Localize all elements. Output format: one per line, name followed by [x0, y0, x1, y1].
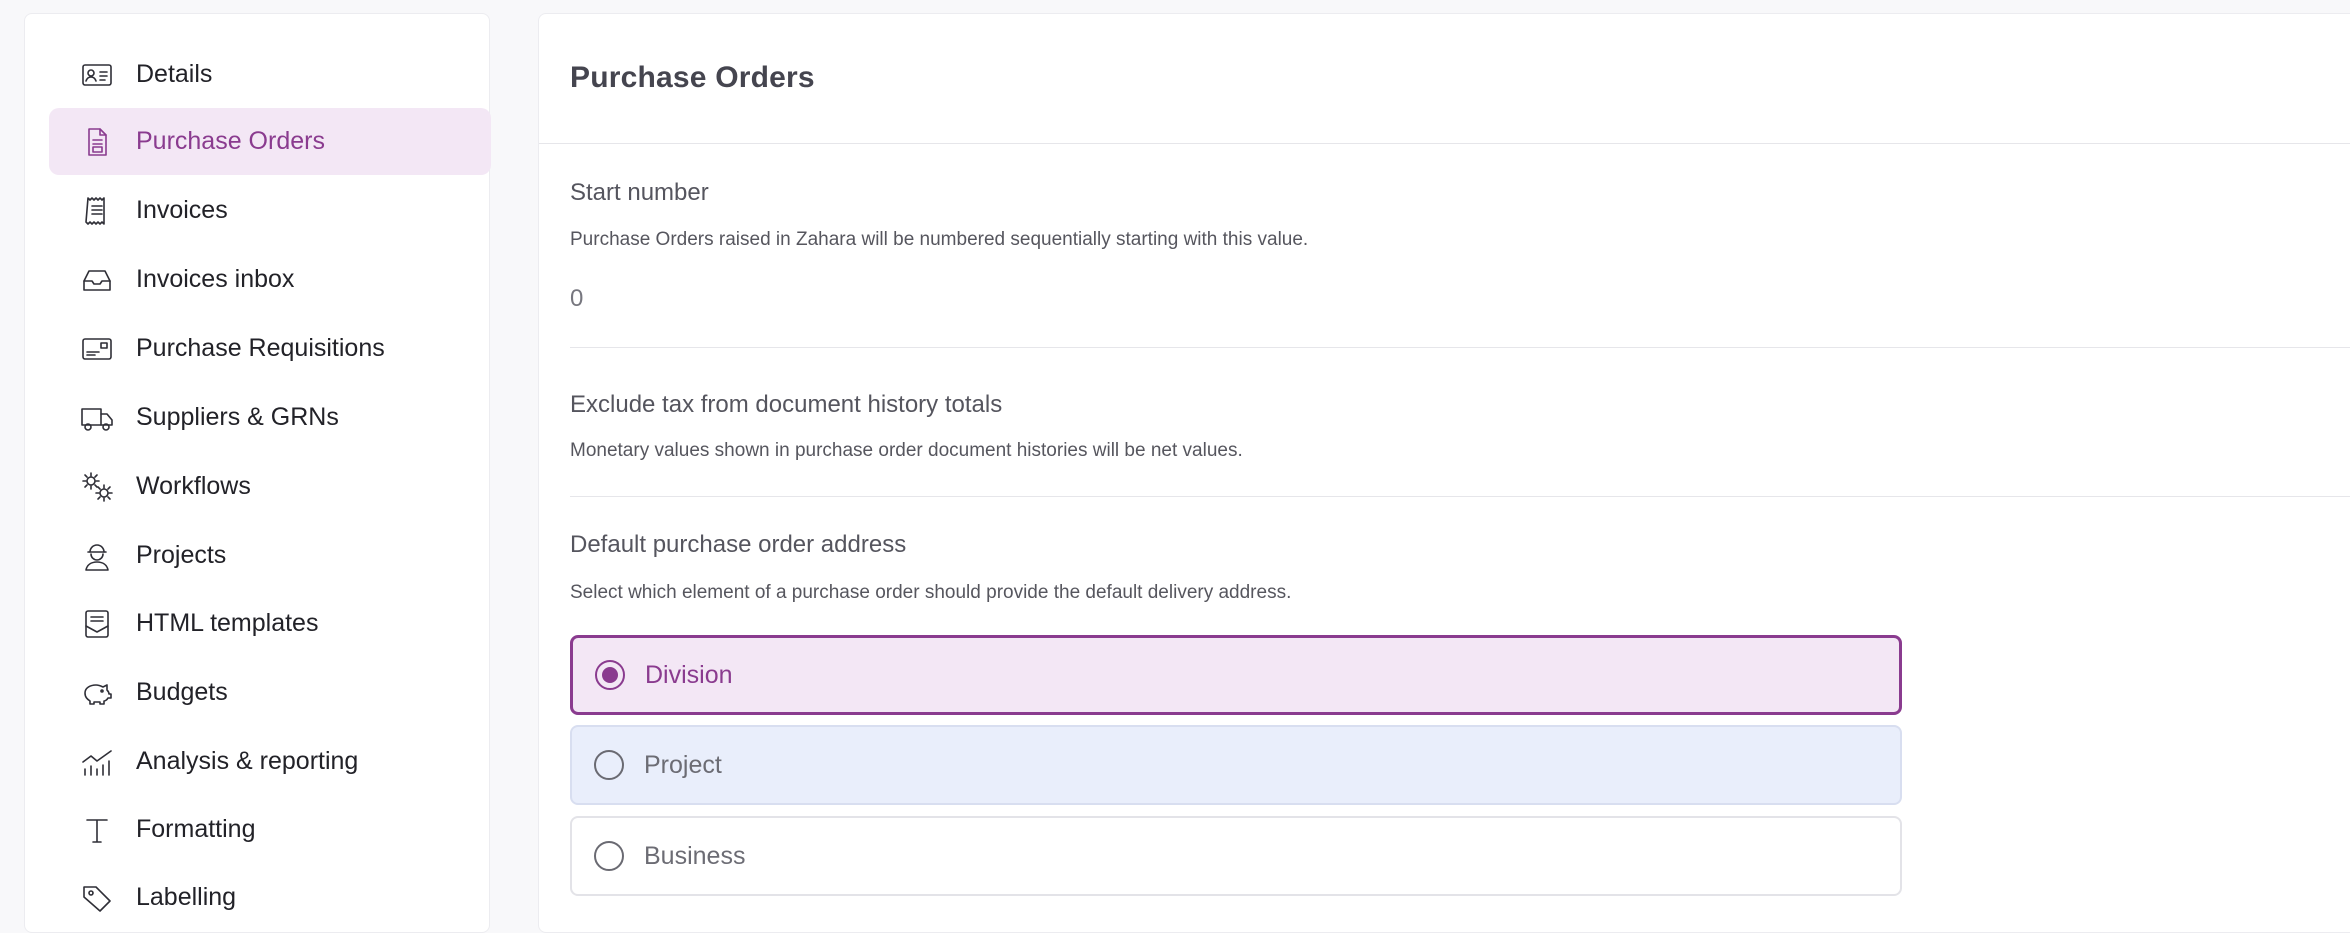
sidebar-item-label: HTML templates	[136, 609, 319, 637]
start-number-title: Start number	[570, 179, 709, 206]
inbox-icon	[79, 262, 115, 298]
sidebar-item-details[interactable]: Details	[49, 41, 491, 108]
template-icon	[79, 606, 115, 642]
radio-button[interactable]	[594, 841, 624, 871]
sidebar-item-label: Projects	[136, 541, 227, 569]
radio-option-project[interactable]: Project	[570, 725, 1902, 805]
radio-option-business[interactable]: Business	[570, 816, 1902, 896]
worker-icon	[79, 538, 115, 574]
sidebar-item-label: Details	[136, 60, 213, 88]
document-icon	[79, 124, 115, 160]
sidebar-item-budgets[interactable]: Budgets	[49, 659, 491, 726]
chart-icon	[79, 744, 115, 780]
sidebar-item-invoices[interactable]: Invoices	[49, 177, 491, 244]
page-title: Purchase Orders	[570, 61, 815, 94]
exclude-tax-title: Exclude tax from document history totals	[570, 391, 1003, 418]
truck-icon	[79, 400, 115, 436]
radio-button-checked[interactable]	[595, 660, 625, 690]
sidebar-item-label: Workflows	[136, 472, 251, 500]
sidebar-item-label: Purchase Orders	[136, 127, 325, 155]
sidebar-item-label: Labelling	[136, 883, 237, 911]
sidebar-item-suppliers-grns[interactable]: Suppliers & GRNs	[49, 384, 491, 451]
sidebar-item-analysis-reporting[interactable]: Analysis & reporting	[49, 728, 491, 795]
sidebar-item-label: Invoices inbox	[136, 265, 295, 293]
section-divider	[570, 347, 2350, 348]
piggy-bank-icon	[79, 675, 115, 711]
exclude-tax-description: Monetary values shown in purchase order …	[570, 440, 1243, 461]
sidebar-item-workflows[interactable]: Workflows	[49, 453, 491, 520]
start-number-description: Purchase Orders raised in Zahara will be…	[570, 229, 1309, 250]
requisition-card-icon	[79, 331, 115, 367]
sidebar-item-projects[interactable]: Projects	[49, 522, 491, 589]
radio-button[interactable]	[594, 750, 624, 780]
sidebar-item-label: Budgets	[136, 678, 228, 706]
sidebar-item-label: Formatting	[136, 815, 256, 843]
sidebar-item-purchase-requisitions[interactable]: Purchase Requisitions	[49, 315, 491, 382]
receipt-icon	[79, 193, 115, 229]
sidebar-item-label: Analysis & reporting	[136, 747, 359, 775]
sidebar-item-label: Suppliers & GRNs	[136, 403, 339, 431]
text-format-icon	[79, 812, 115, 848]
sidebar-item-label: Invoices	[136, 196, 228, 224]
radio-option-division[interactable]: Division	[570, 635, 1902, 715]
settings-main-panel: Purchase Orders Start number Purchase Or…	[538, 13, 2350, 933]
id-card-icon	[79, 57, 115, 93]
sidebar-item-purchase-orders[interactable]: Purchase Orders	[49, 108, 491, 175]
sidebar-item-label: Purchase Requisitions	[136, 334, 385, 362]
sidebar-item-html-templates[interactable]: HTML templates	[49, 590, 491, 657]
tag-icon	[79, 880, 115, 916]
radio-option-label: Division	[645, 660, 733, 689]
sidebar-item-formatting[interactable]: Formatting	[49, 796, 491, 863]
sidebar-item-labelling[interactable]: Labelling	[49, 864, 491, 931]
default-address-title: Default purchase order address	[570, 531, 907, 558]
radio-dot	[602, 667, 618, 683]
gears-icon	[79, 469, 115, 505]
default-address-description: Select which element of a purchase order…	[570, 582, 1292, 603]
section-divider	[570, 496, 2350, 497]
radio-option-label: Business	[644, 841, 746, 870]
title-divider	[539, 143, 2350, 144]
start-number-value[interactable]: 0	[570, 285, 583, 313]
sidebar-item-invoices-inbox[interactable]: Invoices inbox	[49, 246, 491, 313]
settings-sidebar: Details Purchase Orders Invoices Invoice…	[24, 13, 491, 933]
radio-option-label: Project	[644, 750, 722, 779]
